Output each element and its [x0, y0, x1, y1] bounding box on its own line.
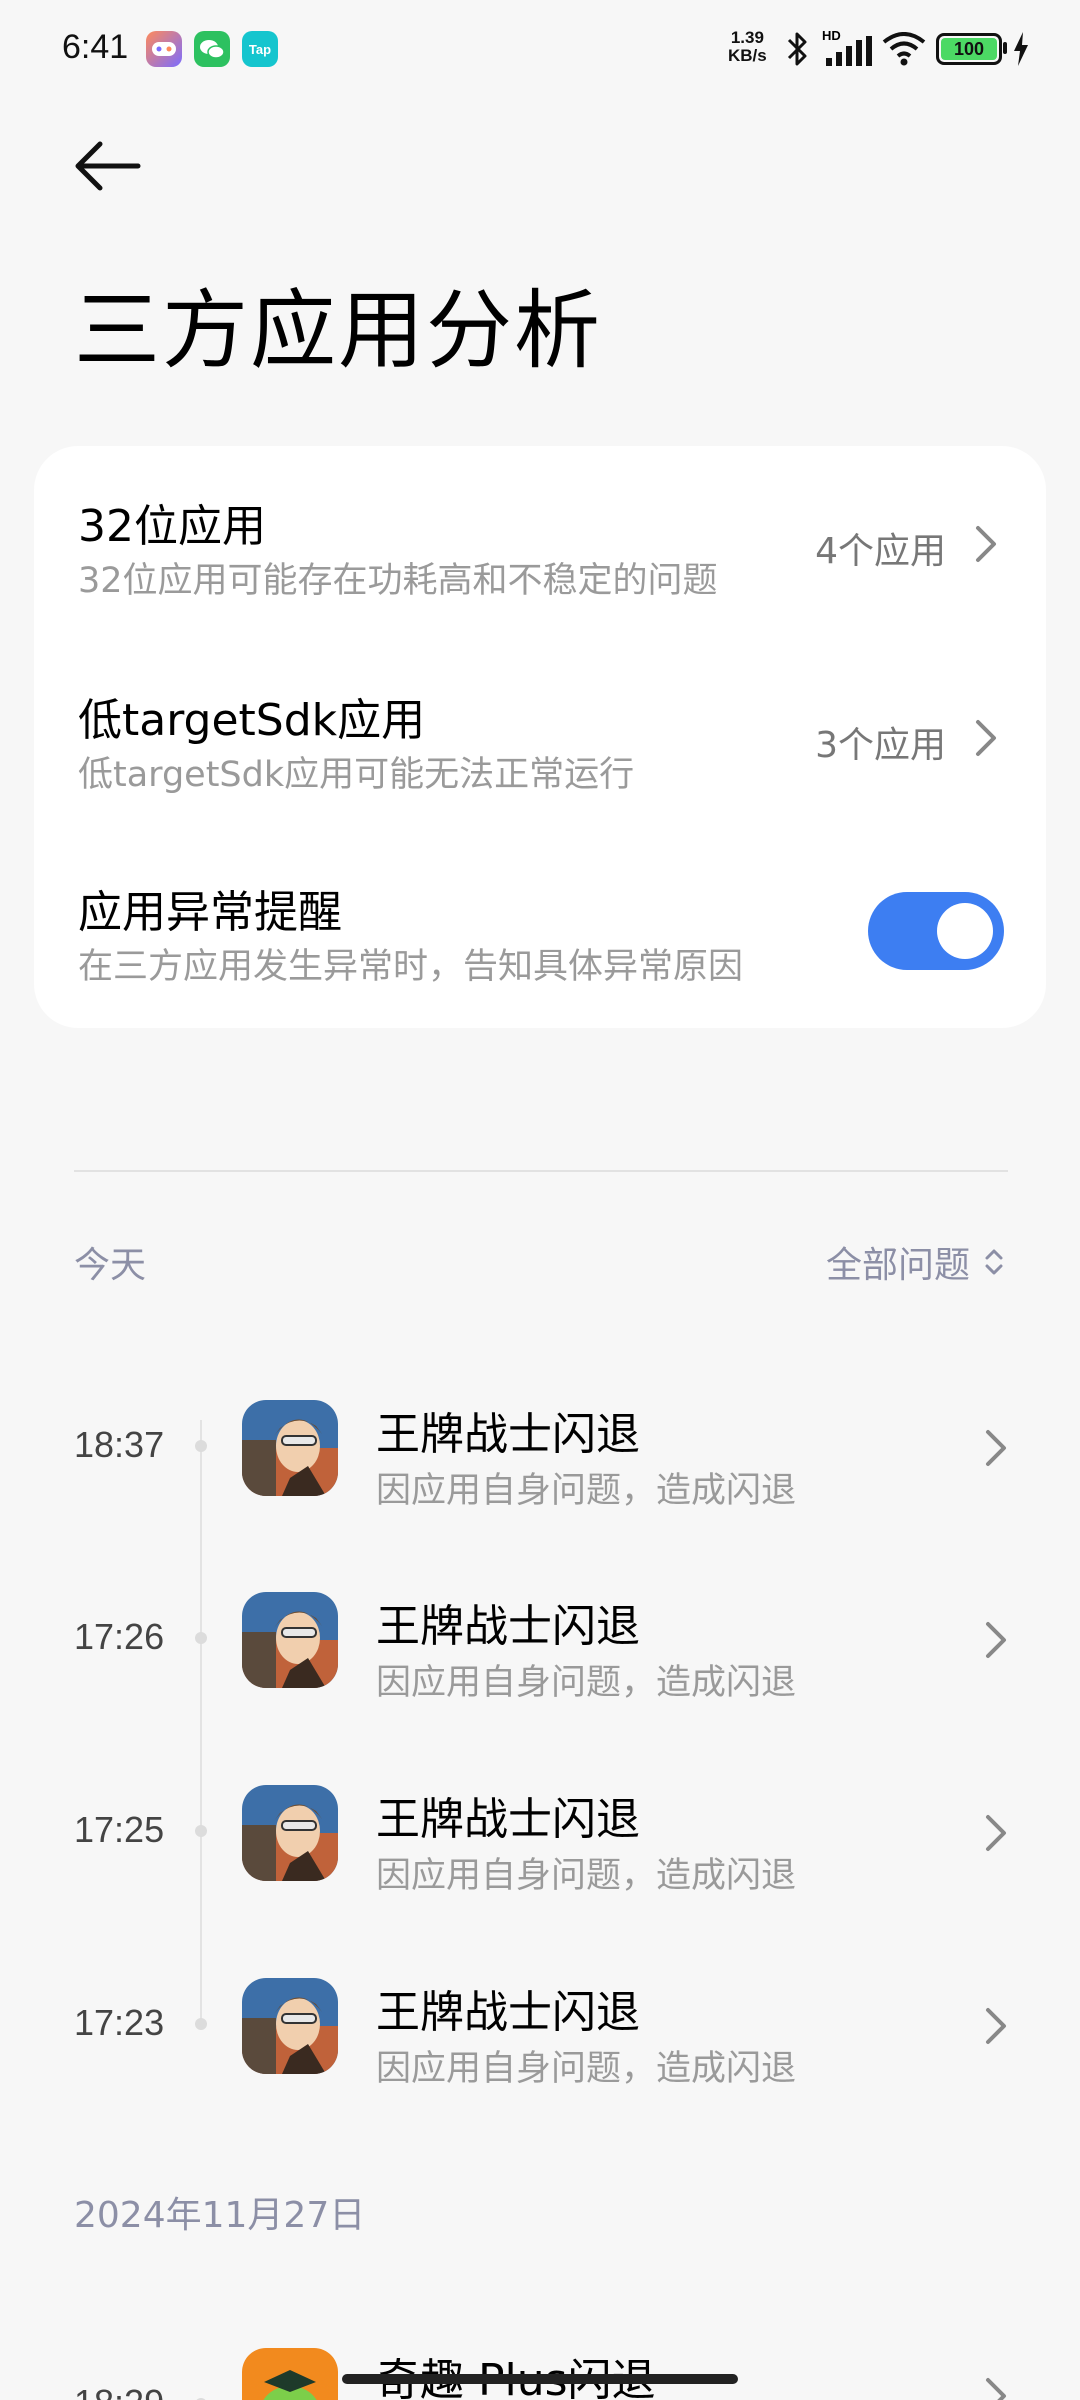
crash-log-item[interactable]: 18:37 王牌战士闪退 因应用自身问题，造成闪退 [0, 1352, 1080, 1544]
log-subtitle: 因应用自身问题，造成闪退 [376, 2049, 797, 2089]
status-bar: 6:41 Tap 1.39 KB/s HD 100 [0, 0, 1080, 100]
app-icon-qiqu [242, 2348, 338, 2400]
setting-low-target-sdk[interactable]: 低targetSdk应用 低targetSdk应用可能无法正常运行 3个应用 [34, 640, 1046, 834]
crash-log-item[interactable]: 17:25 王牌战士闪退 因应用自身问题，造成闪退 [0, 1737, 1080, 1929]
issue-filter-dropdown[interactable]: 全部问题 [826, 1236, 1004, 1288]
home-indicator[interactable] [342, 2374, 738, 2384]
setting-value: 4个应用 [815, 531, 946, 572]
battery-icon: 100 [936, 33, 1002, 65]
section-label-today: 今天 [74, 1245, 147, 1286]
chevron-right-icon [986, 1815, 1006, 1851]
log-subtitle: 因应用自身问题，造成闪退 [376, 1471, 797, 1511]
log-subtitle: 因应用自身问题，造成闪退 [376, 1856, 797, 1896]
setting-subtitle: 在三方应用发生异常时，告知具体异常原因 [78, 947, 744, 987]
bluetooth-icon [787, 32, 807, 66]
log-title: 王牌战士闪退 [376, 1794, 640, 1845]
app-icon-wangpai [242, 1400, 338, 1496]
log-title: 王牌战士闪退 [376, 1409, 640, 1460]
log-time: 17:25 [74, 1809, 165, 1850]
timeline-dot [195, 1440, 207, 1452]
back-button[interactable] [70, 130, 150, 210]
log-time: 17:23 [74, 2002, 165, 2043]
battery-level: 100 [941, 38, 997, 60]
page-title: 三方应用分析 [74, 281, 602, 381]
taptap-icon: Tap [242, 31, 278, 67]
chevron-right-icon [976, 720, 996, 756]
app-icon-wangpai [242, 1592, 338, 1688]
setting-subtitle: 低targetSdk应用可能无法正常运行 [78, 755, 635, 795]
filter-label: 全部问题 [825, 1245, 970, 1286]
net-speed-value: 1.39 [730, 28, 764, 47]
toggle-knob [937, 903, 993, 959]
chevron-right-icon [986, 1430, 1006, 1466]
crash-log-item[interactable]: 18:29 奇趣 Plus闪退 [0, 2300, 1080, 2400]
section-label-date: 2024年11月27日 [74, 2195, 366, 2236]
log-time: 17:26 [74, 1616, 165, 1657]
log-title: 奇趣 Plus闪退 [376, 2344, 656, 2400]
chevron-right-icon [986, 2378, 1006, 2400]
timeline-dot [195, 2018, 207, 2030]
timeline-dot [195, 1825, 207, 1837]
setting-value: 3个应用 [815, 725, 946, 766]
settings-card: 32位应用 32位应用可能存在功耗高和不稳定的问题 4个应用 低targetSd… [34, 446, 1046, 1028]
taptap-label: Tap [248, 41, 272, 57]
back-arrow-icon [75, 141, 141, 191]
wechat-icon [194, 31, 230, 67]
setting-title: 低targetSdk应用 [78, 695, 426, 746]
log-time: 18:29 [74, 2382, 164, 2400]
charging-icon [1014, 32, 1028, 66]
crash-log-item[interactable]: 17:26 王牌战士闪退 因应用自身问题，造成闪退 [0, 1544, 1080, 1736]
setting-title: 应用异常提醒 [78, 887, 342, 938]
game-center-icon [146, 31, 182, 67]
log-title: 王牌战士闪退 [376, 1987, 640, 2038]
log-title: 王牌战士闪退 [376, 1601, 640, 1652]
net-speed-unit: KB/s [728, 46, 767, 65]
sort-chevron-icon [985, 1249, 1003, 1275]
section-divider [74, 1170, 1008, 1172]
timeline-dot [195, 1632, 207, 1644]
setting-32bit-apps[interactable]: 32位应用 32位应用可能存在功耗高和不稳定的问题 4个应用 [34, 446, 1046, 640]
setting-subtitle: 32位应用可能存在功耗高和不稳定的问题 [78, 561, 718, 601]
chevron-right-icon [986, 2008, 1006, 2044]
status-time: 6:41 [62, 28, 129, 66]
app-icon-wangpai [242, 1978, 338, 2074]
log-time: 18:37 [74, 1424, 165, 1465]
anomaly-alert-toggle[interactable] [868, 892, 1004, 970]
screen: 6:41 Tap 1.39 KB/s HD 100 三方应用分析 32位应用 3… [0, 0, 1080, 2400]
signal-icon: HD [822, 28, 872, 68]
app-icon-wangpai [242, 1785, 338, 1881]
chevron-right-icon [976, 526, 996, 562]
crash-log-item[interactable]: 17:23 王牌战士闪退 因应用自身问题，造成闪退 [0, 1930, 1080, 2122]
wifi-icon [882, 32, 926, 66]
battery-cap [1003, 42, 1007, 54]
log-subtitle: 因应用自身问题，造成闪退 [376, 1663, 797, 1703]
net-speed: 1.39 KB/s [728, 29, 767, 65]
chevron-right-icon [986, 1622, 1006, 1658]
setting-title: 32位应用 [78, 501, 266, 552]
